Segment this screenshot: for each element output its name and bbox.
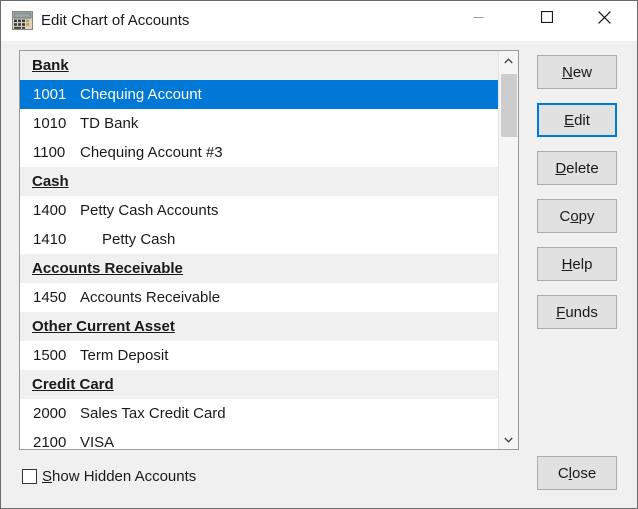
account-section-header: Other Current Asset [20,312,498,341]
show-hidden-accounts-label: Show Hidden Accounts [42,468,197,485]
accelerator-char: l [568,464,572,482]
account-number: 2000 [33,405,67,422]
show-hidden-accounts-checkbox[interactable]: Show Hidden Accounts [22,468,196,485]
maximize-icon[interactable] [524,1,570,33]
account-number: 1001 [33,86,67,103]
new-button-label: New [561,63,593,81]
account-row[interactable]: 1100 Chequing Account #3 [20,138,498,167]
account-list[interactable]: Bank 1001 Chequing Account 1010 TD Bank 1100 C… [19,50,519,450]
account-section-header-label: Cash [32,173,69,190]
funds-button[interactable]: Funds [537,295,617,329]
account-row[interactable]: 1001 Chequing Account [20,80,498,109]
account-section-header: Bank [20,51,498,80]
account-number: 1010 [33,115,67,132]
calculator-ledger-icon [12,11,33,30]
account-section-header-label: Credit Card [32,376,114,393]
edit-button-label: Edit [564,111,590,129]
account-row[interactable]: 1400 Petty Cash Accounts [20,196,498,225]
close-button[interactable]: Close [537,456,617,490]
accelerator-char: E [564,111,575,129]
account-name: Sales Tax Credit Card [80,405,226,422]
account-name: Accounts Receivable [80,289,221,306]
chevron-up-icon[interactable] [499,51,518,70]
vertical-scrollbar[interactable] [498,51,518,449]
account-section-header: Cash [20,167,498,196]
copy-button[interactable]: Copy [537,199,617,233]
account-section-header-label: Other Current Asset [32,318,175,335]
delete-button-label: Delete [555,159,599,177]
edit-chart-of-accounts-dialog: Edit Chart of Accounts Bank 1001 Chequing … [0,0,638,509]
account-number: 1410 [33,231,67,248]
account-name: TD Bank [80,115,139,132]
delete-button[interactable]: Delete [537,151,617,185]
checkbox-box[interactable] [22,469,37,484]
edit-button[interactable]: Edit [537,103,617,137]
scrollbar-thumb[interactable] [501,74,517,137]
account-number: 2100 [33,434,67,449]
account-row[interactable]: 1010 TD Bank [20,109,498,138]
account-list-viewport: Bank 1001 Chequing Account 1010 TD Bank 1100 C… [20,51,498,449]
account-row[interactable]: 2000 Sales Tax Credit Card [20,399,498,428]
help-button[interactable]: Help [537,247,617,281]
funds-button-label: Funds [556,303,598,321]
chevron-down-icon[interactable] [499,430,518,449]
accelerator-char: o [570,207,579,225]
account-section-header-label: Bank [32,57,69,74]
account-name: Chequing Account [80,86,202,103]
account-row[interactable]: 1450 Accounts Receivable [20,283,498,312]
account-name: Chequing Account #3 [80,144,223,161]
account-name: Term Deposit [80,347,169,364]
account-section-header: Accounts Receivable [20,254,498,283]
close-button-label: Close [557,464,597,482]
minimize-icon[interactable] [455,1,501,33]
account-number: 1400 [33,202,67,219]
account-name: VISA [80,434,115,449]
close-icon[interactable] [581,1,627,33]
account-name: Petty Cash Accounts [80,202,219,219]
account-number: 1500 [33,347,67,364]
account-name: Petty Cash [102,231,176,248]
accelerator-char: D [555,159,567,177]
title-bar: Edit Chart of Accounts [1,1,637,41]
account-row[interactable]: 2100 VISA [20,428,498,449]
accelerator-char: H [561,255,573,273]
account-section-header-label: Accounts Receivable [32,260,183,277]
account-section-header: Credit Card [20,370,498,399]
help-button-label: Help [561,255,593,273]
account-number: 1450 [33,289,67,306]
accelerator-char: N [561,63,573,81]
account-number: 1100 [33,144,66,161]
new-button[interactable]: New [537,55,617,89]
copy-button-label: Copy [559,207,595,225]
accelerator-char: S [42,468,53,485]
window-title: Edit Chart of Accounts [41,12,190,29]
account-row[interactable]: 1410 Petty Cash [20,225,498,254]
accelerator-char: F [556,303,566,321]
account-row[interactable]: 1500 Term Deposit [20,341,498,370]
